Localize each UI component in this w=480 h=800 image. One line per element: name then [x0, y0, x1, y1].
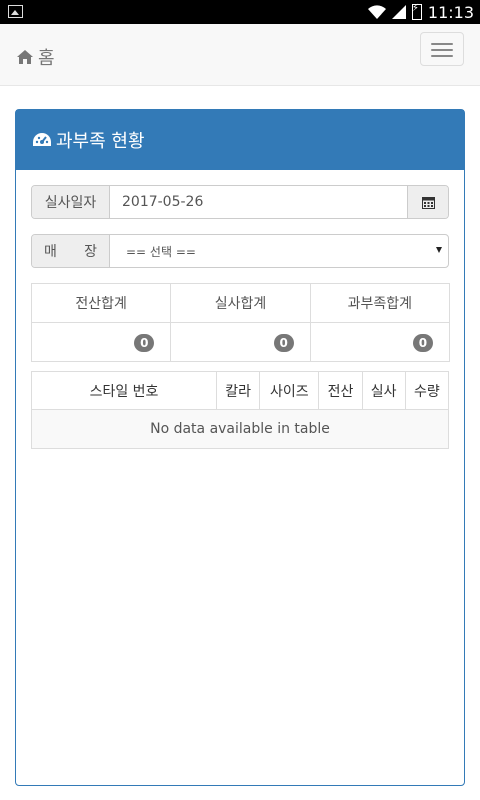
- shortage-panel: 과부족 현황 실사일자 2017-05-26 매장 == 선택 == 전산합계 …: [15, 109, 465, 786]
- column-header-style[interactable]: 스타일 번호: [31, 371, 217, 410]
- date-input[interactable]: 2017-05-26: [110, 186, 407, 218]
- store-select[interactable]: == 선택 ==: [110, 235, 448, 267]
- count-badge: 0: [134, 334, 155, 352]
- navbar: 홈: [0, 24, 480, 86]
- home-icon: [17, 50, 33, 64]
- column-header-actual[interactable]: 실사: [361, 371, 406, 410]
- summary-cell-system: 0: [31, 322, 172, 362]
- store-select-group: 매장 == 선택 ==: [31, 234, 449, 268]
- data-table: 스타일 번호 칼라 사이즈 전산 실사 수량 No data available…: [31, 371, 450, 449]
- column-header-color[interactable]: 칼라: [215, 371, 261, 410]
- summary-header-actual: 실사합계: [170, 283, 311, 323]
- menu-toggle-button[interactable]: [420, 32, 464, 66]
- dropdown-caret-icon: [436, 247, 442, 253]
- home-link[interactable]: 홈: [16, 44, 55, 70]
- battery-icon: [411, 3, 422, 20]
- status-bar: 11:13: [0, 0, 480, 24]
- menu-bar-icon: [431, 55, 453, 57]
- dashboard-icon: [33, 133, 51, 146]
- wifi-icon: [367, 5, 386, 19]
- menu-bar-icon: [431, 43, 453, 45]
- count-badge: 0: [412, 334, 433, 352]
- column-header-size[interactable]: 사이즈: [259, 371, 320, 410]
- date-input-group: 실사일자 2017-05-26: [31, 185, 449, 219]
- menu-bar-icon: [431, 49, 453, 51]
- summary-cell-shortage: 0: [309, 322, 450, 362]
- calendar-icon: [421, 196, 435, 209]
- panel-heading: 과부족 현황: [16, 110, 464, 170]
- status-time: 11:13: [427, 2, 474, 22]
- panel-title: 과부족 현황: [56, 131, 145, 152]
- summary-header-shortage: 과부족합계: [309, 283, 450, 323]
- store-label: 매장: [32, 235, 110, 267]
- table-row: No data available in table: [31, 409, 449, 449]
- image-notification-icon: [8, 5, 23, 18]
- signal-icon: [391, 5, 406, 19]
- column-header-quantity[interactable]: 수량: [404, 371, 450, 410]
- summary-cell-actual: 0: [170, 322, 311, 362]
- column-header-system[interactable]: 전산: [318, 371, 363, 410]
- calendar-button[interactable]: [407, 186, 448, 218]
- summary-header-system: 전산합계: [31, 283, 172, 323]
- empty-table-message: No data available in table: [31, 409, 449, 449]
- home-label: 홈: [38, 48, 55, 69]
- date-label: 실사일자: [32, 186, 110, 218]
- summary-table: 전산합계 실사합계 과부족합계 0 0 0: [31, 283, 450, 362]
- count-badge: 0: [273, 334, 294, 352]
